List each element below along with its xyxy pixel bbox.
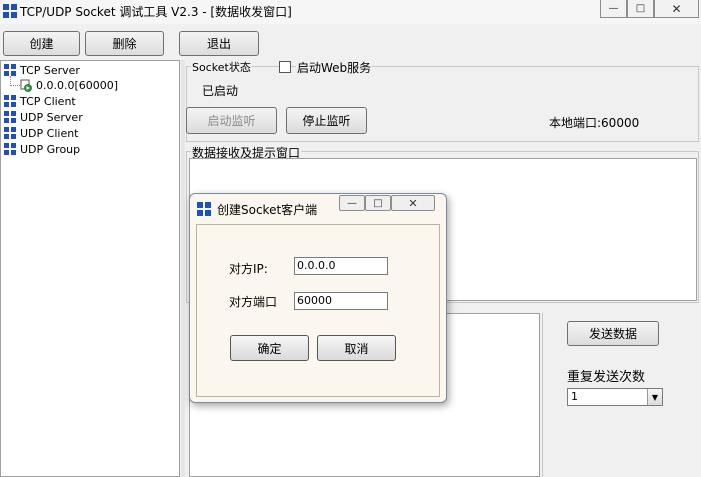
port-label: 对方端口 [229,295,278,309]
app-icon [3,4,17,18]
maximize-button[interactable]: □ [627,0,654,18]
ip-input[interactable]: 0.0.0.0 [294,257,388,275]
socket-type-icon [4,143,16,155]
tree-item-udp-client[interactable]: UDP Client [4,126,79,141]
create-button[interactable]: 创建 [3,31,80,56]
dialog-minimize-button[interactable]: — [339,195,365,211]
minimize-icon: — [608,3,619,14]
tree-item-label: UDP Server [20,111,83,124]
title-bar: TCP/UDP Socket 调试工具 V2.3 - [数据收发窗口] — □ … [0,0,701,24]
app-icon [197,202,211,216]
create-button-label: 创建 [29,37,54,51]
send-data-button[interactable]: 发送数据 [567,321,659,346]
delete-button[interactable]: 删除 [85,31,164,56]
cancel-button[interactable]: 取消 [317,335,396,361]
dialog-maximize-button[interactable]: □ [365,195,391,211]
tree-connector [10,85,20,86]
cancel-button-label: 取消 [344,341,369,356]
stop-listen-label: 停止监听 [302,114,351,128]
socket-type-icon [4,127,16,139]
exit-button[interactable]: 退出 [179,31,259,56]
tree-item-udp-group[interactable]: UDP Group [4,142,80,157]
ok-button-label: 确定 [257,341,282,356]
tree-item-server-connection[interactable]: 0.0.0.0[60000] [20,78,118,93]
start-listen-label: 启动监听 [207,114,256,128]
web-service-label: 启动Web服务 [296,59,373,76]
minimize-icon: — [347,197,357,209]
delete-button-label: 删除 [112,37,137,51]
repeat-count-value: 1 [571,390,578,403]
socket-status-text: 已启动 [202,84,239,98]
repeat-count-select[interactable]: 1 ▼ [567,388,663,406]
panel-splitter[interactable] [181,60,185,477]
local-port-text: 本地端口:60000 [549,116,640,130]
tree-item-label: UDP Client [20,127,79,140]
repeat-count-label: 重复发送次数 [567,370,646,385]
tree-item-label: UDP Group [20,143,81,156]
tree-item-label: TCP Client [20,95,76,108]
exit-button-label: 退出 [206,37,231,51]
socket-type-icon [4,95,16,107]
dialog-title: 创建Socket客户端 [217,203,318,217]
socket-tree[interactable]: TCP Server 0.0.0.0[60000] TCP Client UDP… [0,60,180,477]
ok-button[interactable]: 确定 [230,335,309,361]
maximize-icon: □ [373,197,383,209]
socket-type-icon [4,111,16,123]
start-listen-button[interactable]: 启动监听 [186,107,277,134]
minimize-button[interactable]: — [600,0,627,18]
port-input[interactable]: 60000 [294,292,388,310]
stop-listen-button[interactable]: 停止监听 [286,107,367,134]
tree-item-tcp-server[interactable]: TCP Server [4,63,80,78]
send-data-label: 发送数据 [588,327,637,341]
close-icon: ✕ [671,1,682,16]
socket-type-icon [4,64,16,76]
tree-item-label: TCP Server [20,64,80,77]
tree-item-tcp-client[interactable]: TCP Client [4,94,76,109]
web-service-checkbox[interactable] [279,61,291,73]
maximize-icon: □ [635,3,646,14]
close-icon: ✕ [408,196,418,210]
socket-status-legend: Socket状态 [191,59,252,75]
create-client-dialog: 创建Socket客户端 — □ ✕ 对方IP: 0.0.0.0 对方端口 600… [189,193,447,403]
connection-icon [20,79,32,92]
window-title: TCP/UDP Socket 调试工具 V2.3 - [数据收发窗口] [20,5,292,19]
close-button[interactable]: ✕ [654,0,699,18]
dialog-close-button[interactable]: ✕ [391,195,435,211]
tree-item-udp-server[interactable]: UDP Server [4,110,83,125]
dialog-body: 对方IP: 0.0.0.0 对方端口 60000 确定 取消 [196,224,440,397]
chevron-down-icon[interactable]: ▼ [647,389,662,405]
tree-item-label: 0.0.0.0[60000] [36,79,119,92]
ip-label: 对方IP: [229,262,268,276]
